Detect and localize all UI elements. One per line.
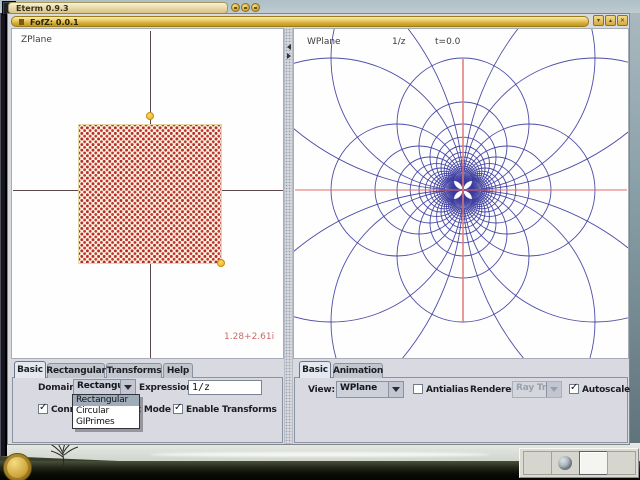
- autoscale-checkbox[interactable]: [569, 382, 579, 394]
- fofz-titlebar[interactable]: FofZ: 0.0.1: [11, 16, 589, 27]
- renderer-combo-value: Ray Trace: [516, 383, 546, 393]
- desktop-right-strip: [630, 13, 640, 444]
- desktop: Eterm 0.9.3 FofZ: 0.0.1 ZPlane 1.28+2.61…: [0, 0, 640, 480]
- enable-transforms-label: Enable Transforms: [186, 405, 277, 415]
- antialias-label: Antialias: [426, 385, 469, 395]
- tab-basic[interactable]: Basic: [14, 361, 46, 378]
- expression-field[interactable]: 1/z: [188, 380, 262, 395]
- fofz-maximize-button[interactable]: [605, 15, 616, 26]
- fofz-window: FofZ: 0.0.1 ZPlane 1.28+2.61i WPlane 1/z…: [7, 13, 630, 445]
- pager-cell-4[interactable]: [607, 451, 636, 475]
- domain-control-panel: Domain: Rectangular Expression: 1/z Conn…: [11, 359, 284, 444]
- tab-rectangular[interactable]: Rectangular: [46, 363, 106, 378]
- zplane-domain-grid[interactable]: [78, 124, 222, 264]
- eterm-maximize-button[interactable]: [241, 3, 250, 12]
- view-combo-arrow-icon[interactable]: [388, 382, 403, 397]
- pager-cell-3[interactable]: [579, 451, 608, 475]
- inversion-circle: [462, 29, 525, 358]
- cursor-readout: 1.28+2.61i: [224, 332, 275, 342]
- tab-help[interactable]: Help: [163, 363, 193, 378]
- inversion-circle: [401, 29, 464, 358]
- view-combo[interactable]: WPlane: [336, 381, 404, 398]
- domain-combo-value: Rectangular: [77, 381, 120, 391]
- domain-option-giprimes[interactable]: GIPrimes: [73, 417, 139, 428]
- connect-checkbox[interactable]: [38, 402, 48, 414]
- splitter-collapse-right-icon[interactable]: [287, 53, 291, 59]
- renderer-combo-arrow-icon: [546, 382, 561, 397]
- zplane-label: ZPlane: [21, 35, 52, 45]
- domain-option-rectangular[interactable]: Rectangular: [73, 395, 139, 406]
- splitter-collapse-left-icon[interactable]: [287, 44, 291, 50]
- domain-dropdown-popup[interactable]: Rectangular Circular GIPrimes: [72, 394, 140, 429]
- autoscale-label: Autoscale: [582, 385, 631, 395]
- enable-transforms-checkbox[interactable]: [173, 402, 183, 414]
- desktop-emblem-icon[interactable]: [3, 453, 32, 480]
- antialias-checkbox[interactable]: [413, 384, 423, 394]
- eterm-close-button[interactable]: [251, 3, 260, 12]
- pager-cell-1[interactable]: [523, 451, 552, 475]
- grid-corner-handle[interactable]: [217, 259, 225, 267]
- view-label: View:: [308, 385, 335, 395]
- wplane-panel[interactable]: WPlane 1/z t=0.0: [293, 28, 629, 359]
- domain-option-circular[interactable]: Circular: [73, 406, 139, 417]
- cloud-streak: [150, 452, 490, 457]
- grid-top-handle[interactable]: [146, 112, 154, 120]
- fofz-shade-button[interactable]: [593, 15, 604, 26]
- renderer-combo: Ray Trace: [512, 381, 562, 398]
- fofz-close-button[interactable]: [617, 15, 628, 26]
- tab-basic[interactable]: Basic: [299, 361, 331, 378]
- domain-combo-arrow-icon[interactable]: [120, 380, 135, 395]
- pager-cell-2[interactable]: [551, 451, 580, 475]
- eterm-title: Eterm 0.9.3: [16, 4, 69, 13]
- split-divider[interactable]: [284, 28, 293, 444]
- zplane-panel[interactable]: ZPlane 1.28+2.61i: [11, 28, 284, 359]
- eterm-shade-button[interactable]: [231, 3, 240, 12]
- globe-icon: [558, 456, 572, 470]
- fofz-title: FofZ: 0.0.1: [30, 18, 79, 27]
- wplane-image-plot: [294, 29, 628, 358]
- tab-transforms[interactable]: Transforms: [106, 363, 162, 378]
- fofz-icon: [19, 19, 24, 25]
- workspace-pager[interactable]: [519, 448, 639, 478]
- view-control-panel: View: WPlane Antialias Renderer: Ray Tra…: [293, 359, 631, 444]
- view-combo-value: WPlane: [340, 383, 377, 393]
- eterm-window-edge: [0, 13, 7, 456]
- tab-animation[interactable]: Animation: [333, 363, 383, 378]
